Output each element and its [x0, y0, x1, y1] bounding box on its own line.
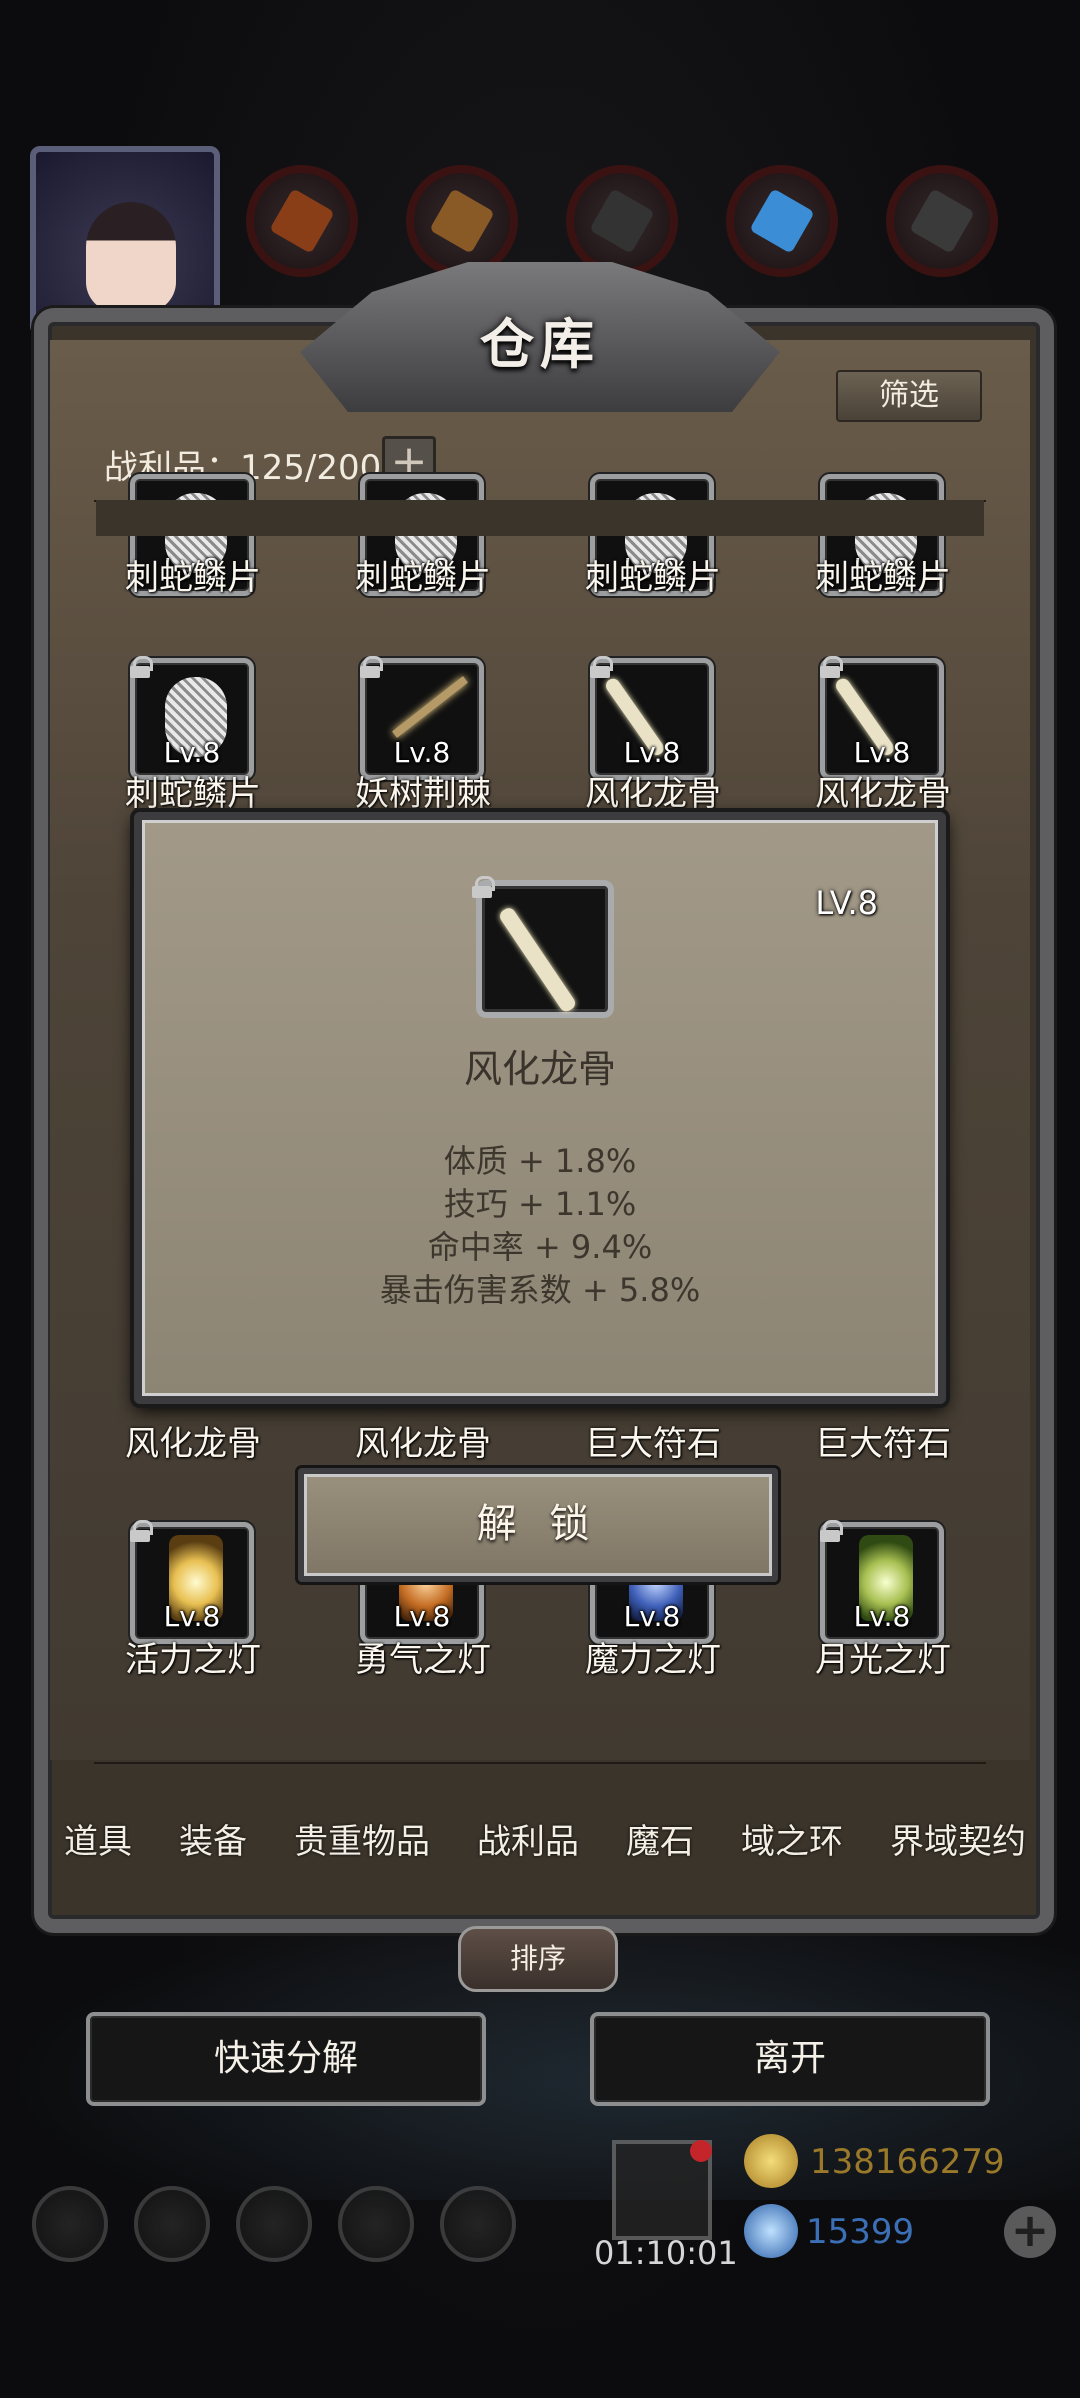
bone-icon: [497, 905, 578, 1014]
lock-icon: [472, 876, 495, 898]
grid-clip-mask: [96, 500, 984, 536]
stat-line: 体质 + 1.8%: [443, 1142, 637, 1180]
item-level: Lv.8: [393, 736, 451, 769]
resource-orb-wood[interactable]: [406, 165, 518, 277]
tab-items[interactable]: 道具: [60, 1814, 136, 1863]
item-name: 月光之灯: [815, 1640, 951, 1680]
stat-line: 命中率 + 9.4%: [427, 1228, 653, 1266]
sort-button[interactable]: 排序: [458, 1926, 618, 1992]
item-name: 风化龙骨: [815, 774, 951, 814]
resource-orb-iron[interactable]: [566, 165, 678, 277]
thorn-icon: [392, 676, 468, 738]
item-name: 刺蛇鳞片: [125, 774, 261, 814]
category-tabs: 道具 装备 贵重物品 战利品 魔石 域之环 界域契约: [50, 1782, 1040, 1894]
coin-icon: [744, 2134, 798, 2188]
item-level: Lv.8: [853, 1600, 911, 1633]
lock-icon: [130, 1520, 153, 1542]
lock-icon: [360, 656, 383, 678]
tab-domain-rings[interactable]: 域之环: [737, 1814, 847, 1863]
lock-icon: [820, 656, 843, 678]
item-name: 妖树荆棘: [355, 774, 491, 814]
item-name: 风化龙骨: [585, 774, 721, 814]
lock-icon: [590, 656, 613, 678]
resource-orb-stone[interactable]: [886, 165, 998, 277]
star-icon[interactable]: [134, 2186, 210, 2262]
tab-equipment[interactable]: 装备: [175, 1814, 251, 1863]
item-name: 魔力之灯: [585, 1640, 721, 1680]
tab-magic-stones[interactable]: 魔石: [622, 1814, 698, 1863]
box-icon[interactable]: [440, 2186, 516, 2262]
gem-amount: 15399: [806, 2212, 915, 2252]
avatar-portrait: [86, 202, 176, 312]
settings-icon[interactable]: [32, 2186, 108, 2262]
leave-button[interactable]: 离开: [590, 2012, 990, 2106]
item-name: 刺蛇鳞片: [815, 558, 951, 598]
item-name: 巨大符石: [815, 1424, 951, 1464]
tooltip-item-icon: [476, 880, 614, 1018]
item-name: 风化龙骨: [355, 1424, 491, 1464]
item-name: 活力之灯: [125, 1640, 261, 1680]
item-name: 刺蛇鳞片: [125, 558, 261, 598]
item-level: Lv.8: [163, 736, 221, 769]
unlock-button[interactable]: 解 锁: [298, 1468, 778, 1582]
item-name: 刺蛇鳞片: [585, 558, 721, 598]
quick-decompose-button[interactable]: 快速分解: [86, 2012, 486, 2106]
gold-amount: 138166279: [810, 2142, 1005, 2182]
resource-orb-meat[interactable]: [246, 165, 358, 277]
notification-dot: [690, 2140, 712, 2162]
tooltip-stats: 体质 + 1.8% 技巧 + 1.1% 命中率 + 9.4% 暴击伤害系数 + …: [142, 1140, 938, 1312]
item-level: Lv.8: [853, 736, 911, 769]
mail-icon[interactable]: [338, 2186, 414, 2262]
divider-bottom: [94, 1762, 986, 1764]
item-tooltip: LV.8 风化龙骨 体质 + 1.8% 技巧 + 1.1% 命中率 + 9.4%…: [134, 812, 946, 1404]
item-level: Lv.8: [623, 1600, 681, 1633]
lock-icon: [130, 656, 153, 678]
item-name: 巨大符石: [585, 1424, 721, 1464]
item-name: 刺蛇鳞片: [355, 558, 491, 598]
map-icon[interactable]: [236, 2186, 312, 2262]
item-level: Lv.8: [163, 1600, 221, 1633]
stat-line: 技巧 + 1.1%: [443, 1185, 637, 1223]
resource-orb-crystal[interactable]: [726, 165, 838, 277]
add-currency-button[interactable]: +: [1004, 2206, 1056, 2258]
lock-icon: [820, 1520, 843, 1542]
tab-loot[interactable]: 战利品: [473, 1814, 583, 1863]
gift-timer: 01:10:01: [594, 2234, 738, 2272]
filter-button[interactable]: 筛选: [836, 370, 982, 422]
page-title: 仓库: [480, 313, 600, 376]
item-level: Lv.8: [393, 1600, 451, 1633]
tab-valuables[interactable]: 贵重物品: [290, 1814, 434, 1863]
tooltip-level: LV.8: [815, 884, 878, 922]
stat-line: 暴击伤害系数 + 5.8%: [379, 1271, 701, 1309]
item-level: Lv.8: [623, 736, 681, 769]
tooltip-item-name: 风化龙骨: [463, 1047, 616, 1091]
item-name: 勇气之灯: [355, 1640, 491, 1680]
tab-realm-contracts[interactable]: 界域契约: [886, 1814, 1030, 1863]
item-name: 风化龙骨: [125, 1424, 261, 1464]
gem-icon: [744, 2204, 798, 2258]
